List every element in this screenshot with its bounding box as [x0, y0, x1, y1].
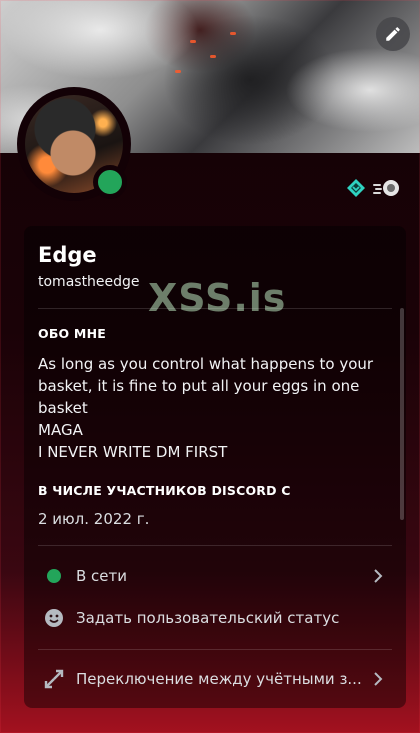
switch-accounts-icon — [44, 669, 64, 689]
about-me-text: As long as you control what happens to y… — [38, 353, 378, 463]
edit-profile-button[interactable] — [376, 17, 410, 51]
about-me-title: ОБО МНЕ — [38, 326, 106, 341]
banner-ember — [210, 55, 216, 58]
banner-ember — [175, 70, 181, 73]
smiley-icon — [44, 608, 64, 628]
online-status-indicator — [93, 165, 127, 199]
badge-list — [346, 178, 400, 198]
switch-accounts-label: Переключение между учётными з... — [76, 670, 362, 688]
online-status-label: В сети — [76, 567, 128, 585]
chevron-right-icon — [374, 569, 383, 583]
banner-ember — [230, 32, 236, 35]
member-since-title: В ЧИСЛЕ УЧАСТНИКОВ DISCORD С — [38, 483, 291, 498]
profile-card: Edge tomastheedge XSS.is ОБО МНЕ As long… — [0, 0, 420, 733]
switch-accounts-row[interactable]: Переключение между учётными з... — [38, 659, 392, 699]
username[interactable]: tomastheedge — [38, 274, 140, 290]
member-since-date: 2 июл. 2022 г. — [38, 510, 150, 528]
pencil-icon — [386, 27, 400, 41]
about-line: I NEVER WRITE DM FIRST — [38, 443, 228, 461]
about-line: MAGA — [38, 421, 83, 439]
divider — [38, 545, 392, 546]
about-scrollbar[interactable] — [400, 308, 404, 520]
speed-orb-badge-icon[interactable] — [372, 178, 400, 198]
online-status-row[interactable]: В сети — [38, 556, 392, 596]
online-dot-icon — [44, 566, 64, 586]
watermark: XSS.is — [148, 276, 287, 320]
display-name: Edge — [38, 243, 97, 267]
about-line: basket — [38, 399, 88, 417]
banner-ember — [190, 40, 196, 43]
custom-status-label: Задать пользовательский статус — [76, 609, 340, 627]
about-line: basket, it is fine to put all your eggs … — [38, 377, 360, 395]
custom-status-row[interactable]: Задать пользовательский статус — [38, 598, 392, 638]
gem-badge-icon[interactable] — [346, 178, 366, 198]
chevron-right-icon — [374, 672, 383, 686]
divider — [38, 649, 392, 650]
about-line: As long as you control what happens to y… — [38, 355, 374, 373]
profile-info-panel: Edge tomastheedge XSS.is ОБО МНЕ As long… — [24, 226, 406, 708]
divider — [38, 308, 392, 309]
